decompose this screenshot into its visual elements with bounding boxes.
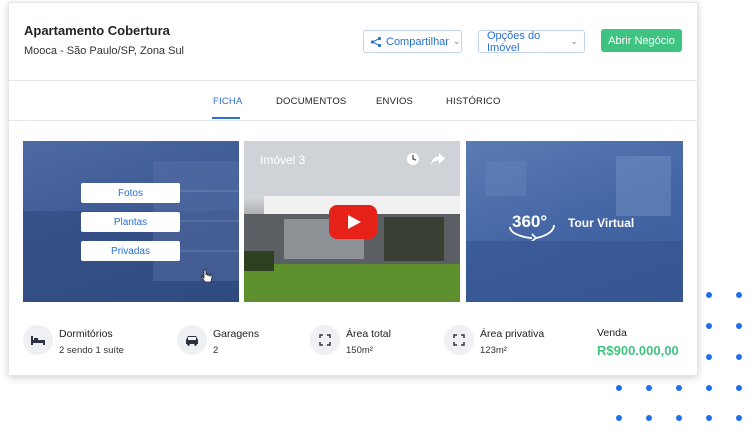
share-button[interactable]: Compartilhar ⌄ (363, 30, 462, 53)
property-card: Apartamento Cobertura Mooca - São Paulo/… (8, 2, 698, 376)
virtual-tour-tile[interactable]: 360° Tour Virtual (466, 141, 683, 302)
play-button[interactable] (329, 205, 377, 239)
virtual-tour-label: 360° Tour Virtual (506, 205, 634, 241)
private-photos-button[interactable]: Privadas (81, 241, 180, 261)
options-label: Opções do Imóvel (487, 29, 541, 54)
total-area-label: Área total (346, 328, 391, 340)
private-area-label: Área privativa (480, 328, 545, 340)
tour-label: Tour Virtual (568, 216, 635, 230)
clock-icon[interactable] (406, 152, 420, 166)
mouse-cursor-icon (201, 269, 213, 283)
private-area-value: 123m² (480, 345, 507, 356)
page: Apartamento Cobertura Mooca - São Paulo/… (0, 0, 750, 440)
photo-gallery-tile: Fotos Plantas Privadas (23, 141, 239, 302)
property-options-dropdown[interactable]: Opções do Imóvel ⌄ (478, 29, 585, 54)
active-tab-indicator (212, 117, 240, 119)
property-title: Apartamento Cobertura (24, 23, 170, 38)
property-header: Apartamento Cobertura Mooca - São Paulo/… (9, 3, 697, 81)
property-stats: Dormitórios 2 sendo 1 suíte Garagens 2 Á… (9, 311, 697, 371)
chevron-down-icon: ⌄ (452, 36, 461, 46)
share-icon (370, 36, 382, 47)
video-tile[interactable]: Imóvel 3 (244, 141, 460, 302)
sale-label: Venda (597, 327, 627, 339)
photos-button[interactable]: Fotos (81, 183, 180, 203)
sale-price: R$900.000,00 (597, 343, 679, 358)
bedrooms-label: Dormitórios (59, 328, 113, 340)
share-label: Compartilhar (386, 35, 449, 48)
tour-360-number: 360° (512, 212, 547, 231)
total-area-value: 150m² (346, 345, 373, 356)
tab-documentos[interactable]: DOCUMENTOS (276, 96, 346, 107)
expand-icon (444, 325, 474, 355)
tab-historico[interactable]: HISTÓRICO (446, 96, 501, 107)
garages-label: Garagens (213, 328, 260, 340)
bed-icon (23, 325, 53, 355)
property-address: Mooca - São Paulo/SP, Zona Sul (24, 45, 185, 57)
tab-bar: FICHA DOCUMENTOS ENVIOS HISTÓRICO (9, 81, 697, 121)
tab-ficha[interactable]: FICHA (213, 96, 243, 107)
expand-icon (310, 325, 340, 355)
tour-360-icon: 360° (509, 212, 555, 241)
tab-envios[interactable]: ENVIOS (376, 96, 413, 107)
car-icon (177, 325, 207, 355)
chevron-down-icon: ⌄ (570, 36, 578, 46)
floorplans-button[interactable]: Plantas (81, 212, 180, 232)
bedrooms-value: 2 sendo 1 suíte (59, 345, 124, 356)
garages-value: 2 (213, 345, 219, 356)
open-deal-button[interactable]: Abrir Negócio (601, 29, 682, 52)
video-title: Imóvel 3 (260, 153, 306, 167)
share-arrow-icon[interactable] (430, 152, 446, 166)
